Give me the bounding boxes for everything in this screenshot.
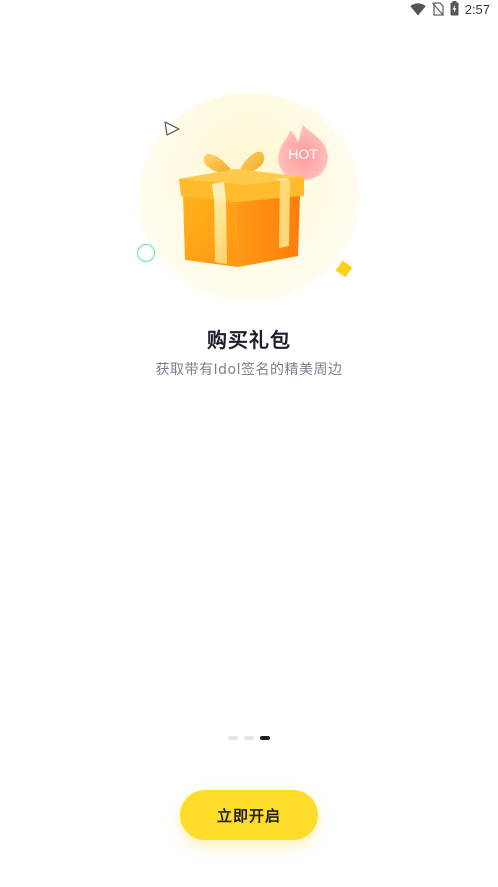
- start-now-button[interactable]: 立即开启: [180, 790, 318, 840]
- status-time: 2:57: [464, 2, 490, 17]
- status-bar: 2:57: [0, 0, 498, 20]
- page-title: 购买礼包: [207, 328, 291, 352]
- page-dot-1: [228, 736, 238, 740]
- battery-charging-icon: [450, 0, 459, 20]
- gift-box-icon: [179, 151, 304, 267]
- page-dot-3-active: [260, 736, 270, 740]
- gift-illustration: HOT: [130, 90, 370, 310]
- ring-decoration-icon: [136, 243, 156, 263]
- diamond-decoration-icon: [335, 260, 353, 278]
- no-sim-icon: [431, 1, 444, 20]
- page-indicator: [0, 736, 498, 740]
- status-icons: 2:57: [409, 0, 490, 20]
- page-dot-2: [244, 736, 254, 740]
- wifi-icon: [409, 1, 426, 20]
- onboarding-screen: 2:57 HOT 购买礼包 获取带有Idol签名的精美周边 立即开启: [0, 0, 498, 887]
- page-subtitle: 获取带有Idol签名的精美周边: [155, 362, 343, 378]
